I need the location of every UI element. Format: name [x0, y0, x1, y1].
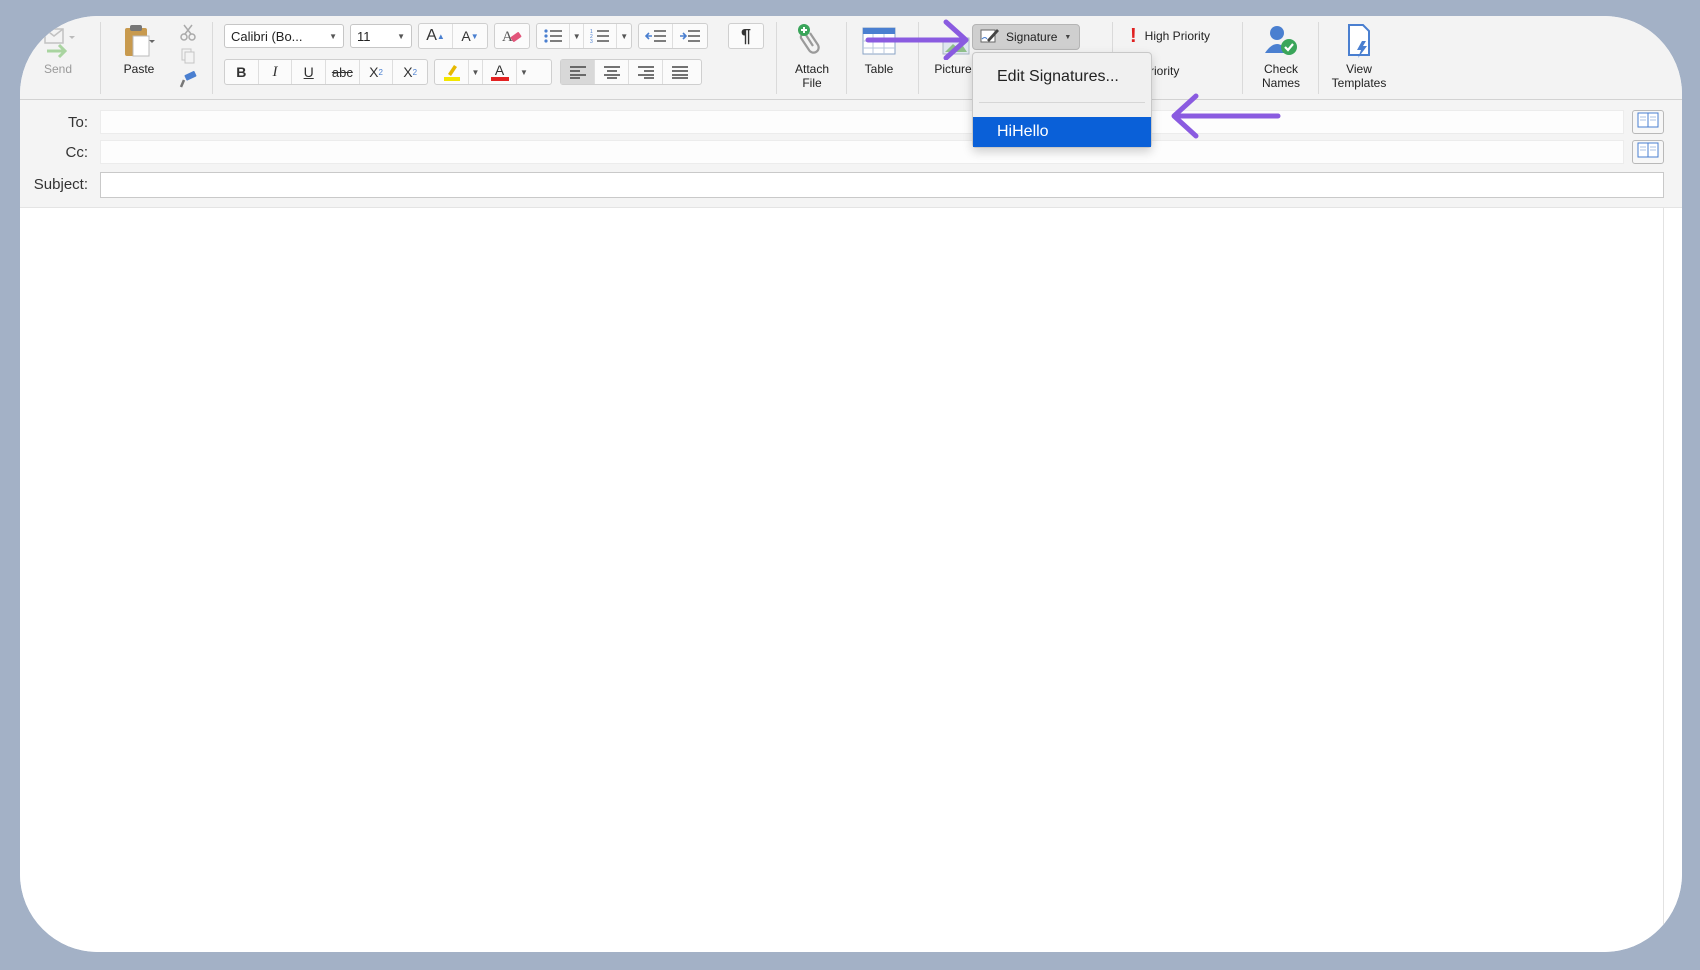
list-buttons: ▼ 123 ▼: [536, 23, 632, 49]
subject-label: Subject:: [33, 176, 88, 193]
align-left-icon[interactable]: [561, 60, 595, 84]
clipboard-tools: [176, 20, 200, 94]
message-header: To: Cc: Subject:: [20, 100, 1682, 208]
address-book-to-button[interactable]: [1632, 110, 1664, 134]
edit-signatures-item[interactable]: Edit Signatures...: [973, 57, 1151, 97]
subject-input[interactable]: [100, 172, 1664, 198]
signature-item-hihello[interactable]: HiHello: [973, 117, 1151, 147]
align-right-icon[interactable]: [629, 60, 663, 84]
svg-text:3: 3: [590, 39, 593, 44]
signature-button[interactable]: Signature ▼: [972, 24, 1080, 50]
address-book-cc-button[interactable]: [1632, 140, 1664, 164]
chevron-down-icon[interactable]: ▼: [469, 60, 483, 84]
send-icon: [39, 20, 77, 62]
divider: [100, 22, 101, 94]
scissors-icon[interactable]: [176, 20, 200, 44]
chevron-down-icon[interactable]: ▼: [570, 24, 585, 48]
subscript-button[interactable]: X2: [360, 60, 394, 84]
justify-icon[interactable]: [663, 60, 697, 84]
strikethrough-button[interactable]: abc: [326, 60, 360, 84]
chevron-down-icon: ▼: [1064, 33, 1072, 41]
cc-label: Cc:: [65, 144, 89, 161]
attach-file-button[interactable]: Attach File: [784, 20, 840, 90]
clear-formatting-icon: A: [495, 24, 529, 48]
cc-row: Cc:: [20, 138, 1682, 166]
text-style-buttons: B I U abc X2 X2: [224, 59, 428, 85]
superscript-button[interactable]: X2: [393, 60, 427, 84]
numbering-icon[interactable]: 123: [584, 24, 618, 48]
send-button[interactable]: Send: [38, 20, 78, 76]
signature-pen-icon: [979, 27, 1001, 48]
color-buttons: ▼ A ▼: [434, 59, 552, 85]
high-priority-button[interactable]: ! High Priority: [1130, 25, 1210, 47]
view-templates-button[interactable]: View Templates: [1324, 20, 1394, 90]
chevron-down-icon: ▼: [329, 31, 337, 41]
divider: [1242, 22, 1243, 94]
paste-button[interactable]: Paste: [116, 20, 162, 76]
copy-icon[interactable]: [176, 44, 200, 68]
subject-row: Subject:: [20, 170, 1682, 198]
check-names-button[interactable]: Check Names: [1252, 20, 1310, 90]
ribbon-toolbar: Send Paste Calibri (Bo... ▼ 11 ▼ A ▲ A ▼…: [20, 16, 1682, 100]
italic-button[interactable]: I: [259, 60, 293, 84]
to-input[interactable]: [100, 110, 1624, 134]
align-center-icon[interactable]: [595, 60, 629, 84]
shrink-font-button[interactable]: A ▼: [453, 24, 487, 48]
exclamation-icon: !: [1130, 25, 1137, 47]
clipboard-icon: [117, 20, 161, 62]
templates-icon: [1341, 20, 1377, 62]
bullets-icon[interactable]: [537, 24, 571, 48]
bold-button[interactable]: B: [225, 60, 259, 84]
message-body[interactable]: [20, 208, 1682, 952]
arrow-right-icon: [865, 19, 969, 60]
format-painter-icon[interactable]: [176, 68, 200, 92]
divider: [776, 22, 777, 94]
grow-font-button[interactable]: A ▲: [419, 24, 453, 48]
address-book-icon: [1637, 112, 1659, 133]
font-size-steppers: A ▲ A ▼: [418, 23, 488, 49]
to-row: To:: [20, 108, 1682, 136]
cc-input[interactable]: [100, 140, 1624, 164]
highlight-icon[interactable]: [435, 60, 469, 84]
underline-button[interactable]: U: [292, 60, 327, 84]
alignment-buttons: [560, 59, 702, 85]
pilcrow-icon: ¶: [740, 25, 751, 46]
address-book-icon: [1637, 142, 1659, 163]
divider: [212, 22, 213, 94]
body-scrollbar-track: [1663, 208, 1664, 952]
decrease-indent-icon[interactable]: [639, 24, 673, 48]
menu-divider: [979, 102, 1145, 103]
clear-formatting-button[interactable]: A: [494, 23, 530, 49]
chevron-down-icon[interactable]: ▼: [617, 24, 631, 48]
font-name-select[interactable]: Calibri (Bo... ▼: [224, 24, 344, 48]
font-color-icon[interactable]: A: [483, 60, 517, 84]
paperclip-icon: [792, 20, 832, 62]
chevron-down-icon[interactable]: ▼: [517, 60, 531, 84]
show-formatting-button[interactable]: ¶: [728, 23, 764, 49]
check-names-icon: [1261, 20, 1301, 62]
chevron-down-icon: ▼: [397, 31, 405, 41]
font-size-select[interactable]: 11 ▼: [350, 24, 412, 48]
divider: [1318, 22, 1319, 94]
signature-menu: Edit Signatures... HiHello: [972, 52, 1152, 148]
divider: [846, 22, 847, 94]
to-label: To:: [67, 114, 88, 131]
arrow-left-icon: [1171, 93, 1281, 139]
indent-buttons: [638, 23, 708, 49]
increase-indent-icon[interactable]: [673, 24, 707, 48]
message-window: Send Paste Calibri (Bo... ▼ 11 ▼ A ▲ A ▼…: [20, 16, 1682, 952]
